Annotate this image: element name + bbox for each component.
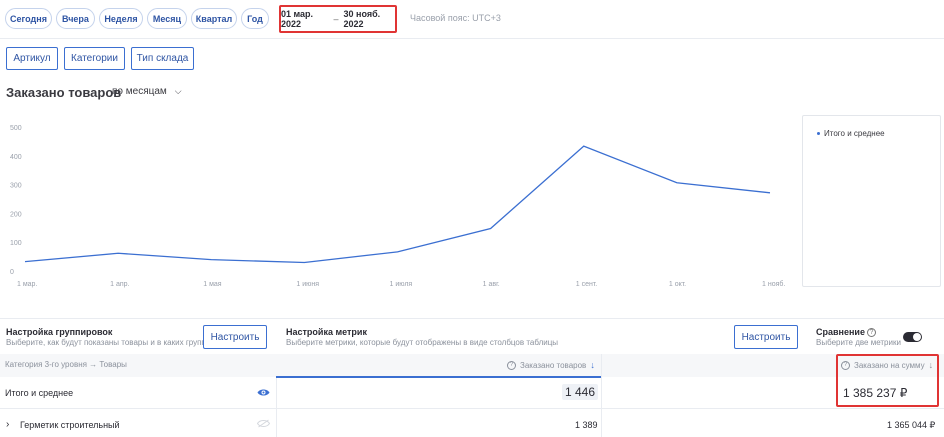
series-group — [24, 145, 771, 264]
date-start: 01 мар. 2022 — [281, 9, 314, 29]
metrics-desc: Выберите метрики, которые будут отображе… — [286, 338, 559, 347]
chart-legend: Итого и среднее — [802, 115, 941, 287]
filter-categories-button[interactable]: Категории — [64, 47, 125, 70]
section-title: Заказано товаров — [6, 85, 122, 100]
x-tick-label: 1 апр. — [110, 281, 129, 288]
y-axis: 0 100 200 300 400 500 — [10, 125, 22, 276]
sort-arrow-icon[interactable]: ↓ — [590, 360, 595, 370]
comparison-desc: Выберите две метрики — [816, 338, 901, 347]
date-end: 30 нояб. 2022 — [343, 9, 381, 29]
header-category[interactable]: Категория 3-го уровня → Товары — [5, 360, 127, 369]
y-tick-label: 100 — [10, 240, 22, 247]
x-tick-label: 1 июня — [296, 281, 319, 288]
period-week-button[interactable]: Неделя — [99, 8, 143, 29]
eye-icon[interactable] — [257, 388, 270, 397]
header-ordered-qty-label: Заказано товаров — [520, 360, 587, 370]
x-tick-label: 1 авг. — [483, 281, 500, 288]
date-separator: – — [333, 14, 339, 24]
legend-item[interactable]: Итого и среднее — [817, 129, 885, 138]
y-tick-label: 300 — [10, 183, 22, 190]
y-tick-label: 200 — [10, 211, 22, 218]
help-icon[interactable]: ? — [507, 360, 516, 370]
highlight-frame — [836, 354, 939, 407]
row-total-name: Итого и среднее — [5, 388, 74, 398]
divider — [0, 38, 944, 39]
table-header — [0, 354, 944, 377]
column-divider — [276, 378, 277, 437]
legend-marker — [817, 132, 820, 135]
filter-sku-button[interactable]: Артикул — [6, 47, 58, 70]
total-ordered-qty: 1 446 — [562, 384, 599, 400]
period-month-button[interactable]: Месяц — [147, 8, 187, 29]
x-tick-label: 1 окт. — [669, 281, 686, 288]
chevron-down-icon: ⌵ — [174, 86, 182, 96]
series-line — [24, 145, 771, 264]
x-tick-label: 1 сент. — [576, 281, 598, 288]
grouping-desc: Выберите, как будут показаны товары и в … — [6, 338, 215, 347]
metrics-title: Настройка метрик — [286, 327, 367, 337]
date-range-picker[interactable]: 01 мар. 2022 – 30 нояб. 2022 — [279, 5, 397, 33]
metrics-configure-button[interactable]: Настроить — [734, 325, 798, 349]
x-tick-label: 1 июля — [390, 281, 413, 288]
product-ordered-qty: 1 389 — [575, 420, 598, 430]
eye-off-icon[interactable] — [257, 419, 270, 428]
period-today-button[interactable]: Сегодня — [5, 8, 52, 29]
header-ordered-qty[interactable]: ? Заказано товаров ↓ — [507, 360, 595, 370]
help-icon[interactable]: ? — [866, 327, 876, 337]
granularity-dropdown[interactable]: по месяцам ⌵ — [112, 86, 182, 97]
comparison-label: Сравнение — [816, 327, 865, 337]
grouping-configure-button[interactable]: Настроить — [203, 325, 267, 349]
y-tick-label: 400 — [10, 154, 22, 161]
row-product-name[interactable]: Герметик строительный — [20, 420, 120, 430]
row-divider — [0, 408, 944, 409]
granularity-value: по месяцам — [112, 86, 167, 97]
legend-label: Итого и среднее — [824, 129, 885, 138]
period-quarter-button[interactable]: Квартал — [191, 8, 237, 29]
period-year-button[interactable]: Год — [241, 8, 269, 29]
x-tick-label: 1 нояб. — [762, 280, 785, 288]
grouping-title: Настройка группировок — [6, 327, 113, 337]
x-tick-label: 1 мар. — [17, 281, 37, 288]
divider — [0, 318, 944, 319]
line-chart: 0 100 200 300 400 500 1 мар. 1 апр. 1 мая 1 июня… — [10, 125, 785, 288]
toggle-knob — [913, 333, 921, 341]
x-axis: 1 мар. 1 апр. 1 мая 1 июня 1 июля 1 авг. 1 сен… — [17, 280, 785, 288]
filter-warehouse-type-button[interactable]: Тип склада — [131, 47, 194, 70]
product-ordered-sum: 1 365 044 ₽ — [887, 420, 936, 430]
period-yesterday-button[interactable]: Вчера — [56, 8, 95, 29]
y-tick-label: 0 — [10, 269, 14, 276]
active-sort-indicator — [276, 376, 601, 378]
comparison-toggle[interactable] — [903, 332, 922, 342]
y-tick-label: 500 — [10, 125, 22, 132]
chevron-right-icon[interactable]: › — [6, 419, 9, 430]
column-divider — [601, 354, 602, 437]
timezone-label: Часовой пояс: UTC+3 — [410, 13, 501, 23]
x-tick-label: 1 мая — [203, 281, 222, 288]
comparison-title: Сравнение ? — [816, 327, 876, 337]
